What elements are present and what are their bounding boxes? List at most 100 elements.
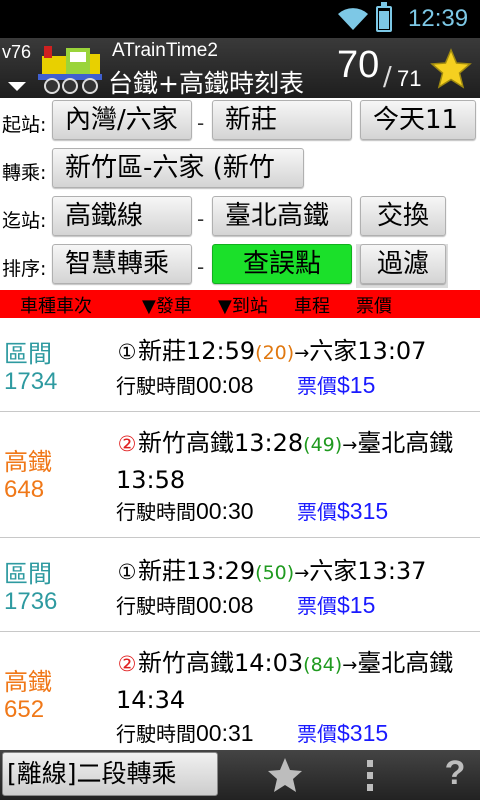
fare-value: $315 (337, 720, 389, 746)
fare-label: 票價 (297, 500, 337, 524)
train-number: 1734 (4, 368, 58, 395)
leg-marker: ② (117, 432, 137, 456)
fare-value: $15 (337, 372, 376, 398)
counter-separator: / (383, 62, 392, 92)
departure-time: 12:59 (186, 337, 256, 365)
train-route: ②新竹高鐵13:28(49)→臺北高鐵 13:58 (116, 426, 476, 497)
arrow-icon: → (342, 435, 358, 456)
to-station: 六家 (309, 337, 358, 365)
status-bar: 12:39 (0, 0, 480, 38)
train-route: ②新竹高鐵14:03(84)→臺北高鐵 14:34 (116, 646, 476, 717)
arrival-time: 14:34 (116, 686, 186, 714)
help-icon[interactable]: ? (440, 754, 470, 796)
departure-time: 14:03 (234, 649, 304, 677)
travel-duration: 行駛時間00:31 (116, 718, 254, 747)
offline-transfer-mode-button[interactable]: [離線]二段轉乘 (2, 752, 218, 796)
filter-button[interactable]: 過濾 (360, 244, 446, 284)
column-header: 車種車次 ▼發車 ▼到站 車程 票價 (0, 290, 480, 318)
destination-station-button[interactable]: 新莊 (212, 100, 352, 140)
duration-value: 00:08 (196, 372, 254, 398)
train-route: ①新莊12:59(20)→六家13:07 (116, 334, 476, 371)
overflow-menu-icon[interactable] (358, 758, 382, 794)
train-number: 652 (4, 696, 45, 723)
battery-icon (376, 2, 392, 32)
from-station: 新竹高鐵 (138, 429, 234, 457)
travel-duration: 行駛時間00:30 (116, 496, 254, 525)
train-list-item[interactable]: 高鐵 648 ②新竹高鐵13:28(49)→臺北高鐵 13:58 行駛時間00:3… (0, 412, 480, 538)
train-list: 區間 1734 ①新莊12:59(20)→六家13:07 行駛時間00:08 票… (0, 318, 480, 750)
fare: 票價$315 (297, 496, 388, 525)
origin-station-button[interactable]: 內灣/六家 (52, 100, 192, 140)
arrow-icon: → (294, 563, 310, 584)
duration-value: 00:30 (196, 498, 254, 524)
fare: 票價$15 (297, 370, 375, 399)
from-station: 新莊 (138, 337, 186, 365)
duration-value: 00:08 (196, 592, 254, 618)
travel-duration: 行駛時間00:08 (116, 590, 254, 619)
sort-button[interactable]: 智慧轉乘 (52, 244, 192, 284)
app-subtitle: 台鐵+高鐵時刻表 (108, 69, 304, 98)
duration-value: 00:31 (196, 720, 254, 746)
arrival-line-button[interactable]: 高鐵線 (52, 196, 192, 236)
query-form: 起站: 內灣/六家 - 新莊 今天11 轉乘: 新竹區-六家 (新竹 迄站: 高… (0, 98, 480, 290)
train-list-item[interactable]: 區間 1736 ①新莊13:29(50)→六家13:37 行駛時間00:08 票… (0, 538, 480, 632)
dash-separator: - (197, 111, 205, 135)
app-header: v76 ATrainTime2 台鐵+高鐵時刻表 70 / 71 (0, 38, 480, 98)
departure-time: 13:28 (234, 429, 304, 457)
sort-label: 排序: (2, 258, 47, 280)
wait-minutes: (84) (303, 654, 343, 676)
check-delay-button[interactable]: 查誤點 (212, 244, 352, 284)
fare-label: 票價 (297, 722, 337, 746)
arrival-label: 迄站: (2, 210, 47, 232)
duration-label: 行駛時間 (116, 594, 196, 618)
train-list-item[interactable]: 高鐵 652 ②新竹高鐵14:03(84)→臺北高鐵 14:34 行駛時間00:3… (0, 632, 480, 750)
app-name: ATrainTime2 (112, 40, 218, 61)
train-number: 1736 (4, 588, 58, 615)
train-type: 高鐵 (4, 668, 52, 696)
transfer-label: 轉乘: (2, 162, 47, 184)
arrow-icon: → (342, 655, 358, 676)
to-station: 六家 (309, 557, 358, 585)
fare: 票價$315 (297, 718, 388, 747)
star-icon[interactable] (266, 756, 304, 794)
bottom-bar: [離線]二段轉乘 ? (0, 750, 480, 800)
arrow-icon: → (294, 343, 310, 364)
train-type: 高鐵 (4, 448, 52, 476)
leg-marker: ② (117, 652, 137, 676)
status-clock: 12:39 (408, 5, 469, 32)
favorite-star-icon[interactable] (430, 48, 472, 90)
column-fare[interactable]: 票價 (356, 292, 392, 318)
column-type-no[interactable]: 車種車次 (20, 292, 92, 318)
column-duration[interactable]: 車程 (294, 292, 330, 318)
arrival-station-button[interactable]: 臺北高鐵 (212, 196, 352, 236)
fare: 票價$15 (297, 590, 375, 619)
current-index: 70 (337, 44, 380, 86)
arrival-time: 13:37 (357, 557, 427, 585)
train-list-item[interactable]: 區間 1734 ①新莊12:59(20)→六家13:07 行駛時間00:08 票… (0, 318, 480, 412)
duration-label: 行駛時間 (116, 722, 196, 746)
fare-label: 票價 (297, 594, 337, 618)
column-departure[interactable]: ▼發車 (142, 292, 192, 318)
swap-button[interactable]: 交換 (360, 196, 446, 236)
dash-separator: - (197, 255, 205, 279)
total-count: 71 (397, 66, 422, 91)
train-route: ①新莊13:29(50)→六家13:37 (116, 554, 476, 591)
fare-value: $15 (337, 592, 376, 618)
train-type: 區間 (4, 340, 52, 368)
app-version: v76 (2, 42, 32, 62)
travel-duration: 行駛時間00:08 (116, 370, 254, 399)
fare-value: $315 (337, 498, 389, 524)
transfer-station-button[interactable]: 新竹區-六家 (新竹 (52, 148, 304, 188)
dropdown-menu-icon[interactable] (8, 82, 26, 91)
from-station: 新莊 (138, 557, 186, 585)
duration-label: 行駛時間 (116, 500, 196, 524)
train-type: 區間 (4, 560, 52, 588)
wait-minutes: (50) (255, 562, 295, 584)
duration-label: 行駛時間 (116, 374, 196, 398)
date-button[interactable]: 今天11 (360, 100, 476, 140)
from-station: 新竹高鐵 (138, 649, 234, 677)
wait-minutes: (20) (255, 342, 295, 364)
train-logo-icon[interactable] (36, 40, 106, 96)
column-arrival[interactable]: ▼到站 (218, 292, 268, 318)
wifi-icon (338, 8, 368, 30)
